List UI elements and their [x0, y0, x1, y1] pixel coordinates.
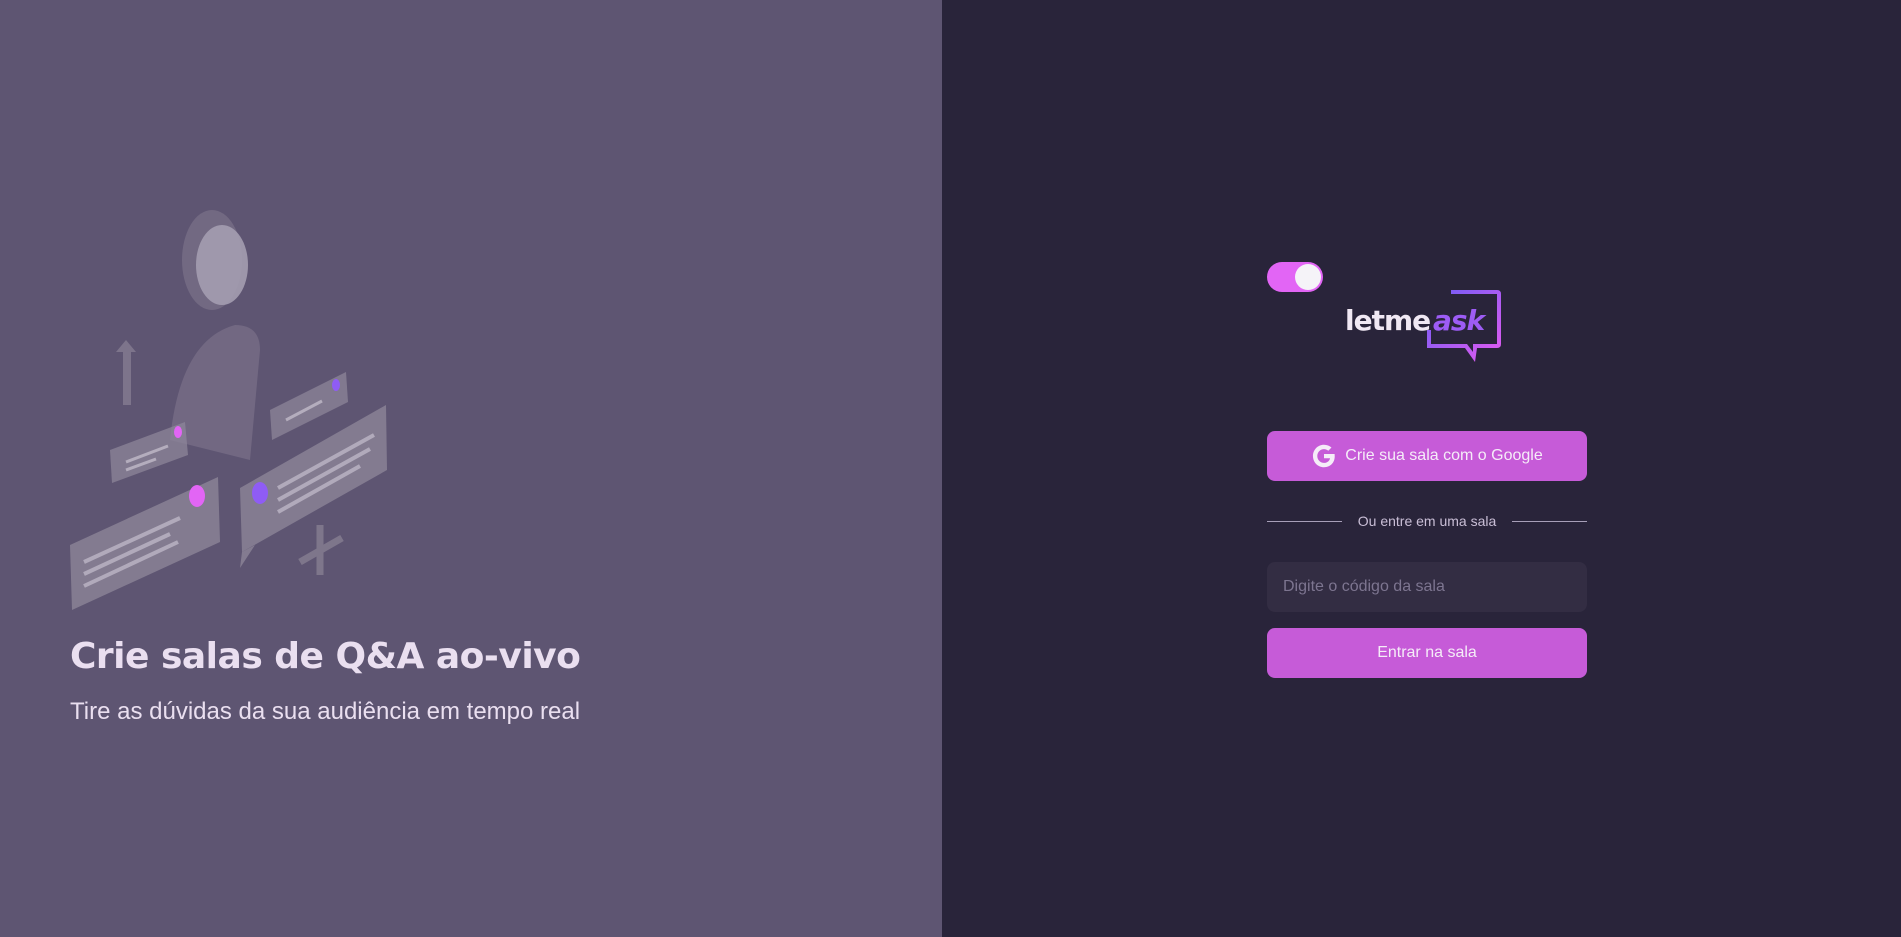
google-button-label: Crie sua sala com o Google: [1345, 447, 1543, 464]
theme-toggle[interactable]: [1267, 262, 1323, 292]
room-code-input[interactable]: [1267, 562, 1587, 612]
separator-line-left: [1267, 520, 1342, 522]
hero-panel: Crie salas de Q&A ao-vivo Tire as dúvida…: [0, 0, 942, 937]
google-icon: [1311, 443, 1337, 469]
hero-title: Crie salas de Q&A ao-vivo: [70, 636, 581, 677]
logo-text-letme: letme: [1345, 304, 1431, 337]
google-signin-button[interactable]: Crie sua sala com o Google: [1267, 431, 1587, 481]
separator-text: Ou entre em uma sala: [1357, 513, 1497, 529]
enter-room-button[interactable]: Entrar na sala: [1267, 628, 1587, 678]
letmeask-logo: letme ask: [1345, 290, 1505, 366]
toggle-knob: [1295, 264, 1321, 290]
separator: Ou entre em uma sala: [1267, 513, 1588, 529]
login-panel: letme ask Crie sua sala com o Google Ou …: [942, 0, 1901, 937]
hero-subtitle: Tire as dúvidas da sua audiência em temp…: [70, 698, 581, 725]
logo-text-ask: ask: [1433, 304, 1485, 337]
qa-illustration: [70, 210, 387, 610]
separator-line-right: [1512, 520, 1588, 522]
